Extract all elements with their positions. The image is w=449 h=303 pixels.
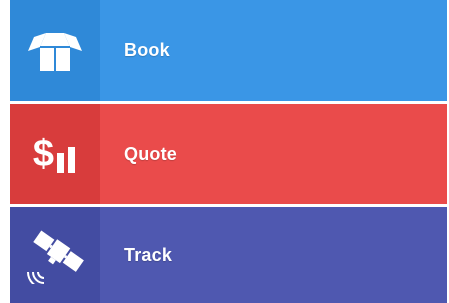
open-box-icon: [28, 32, 82, 71]
dollar-sign-icon: $: [32, 133, 55, 175]
menu-item-label: Quote: [124, 143, 177, 164]
menu-item-label: Book: [124, 40, 170, 60]
track-icon-container: [10, 207, 100, 303]
bars-icon: [57, 147, 76, 173]
quote-icon-container: $: [10, 104, 100, 204]
book-icon-container: [10, 0, 100, 101]
menu-item-quote[interactable]: $ Quote: [10, 104, 447, 204]
satellite-icon: [27, 230, 84, 284]
price-chart-icon: $: [33, 135, 77, 173]
menu-item-book[interactable]: Book: [10, 0, 447, 101]
menu-item-label: Track: [124, 244, 173, 265]
menu-item-track[interactable]: Track: [10, 207, 447, 303]
service-menu: Book $ Quote Track: [10, 0, 447, 303]
